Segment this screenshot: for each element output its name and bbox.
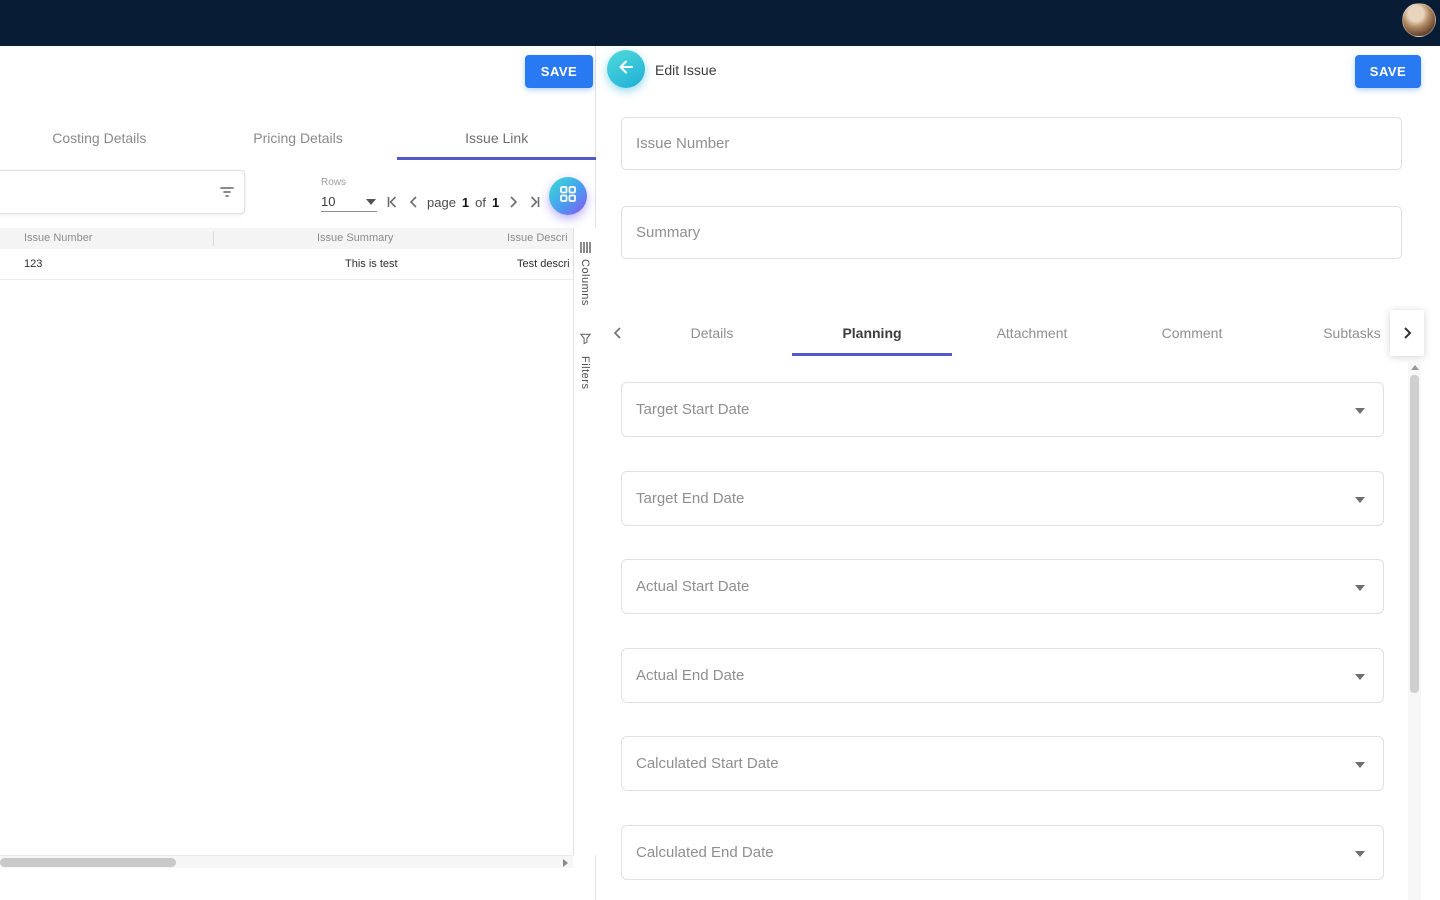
summary-input[interactable] (622, 224, 1401, 241)
tab-costing-details[interactable]: Costing Details (0, 116, 199, 160)
tabs-scroll-left-icon[interactable] (608, 323, 628, 343)
grid-view-button[interactable] (549, 177, 587, 215)
cell-issue-summary: This is test (345, 258, 398, 270)
tab-planning[interactable]: Planning (792, 310, 952, 356)
filter-funnel-icon (579, 332, 592, 350)
page-title: Edit Issue (655, 62, 716, 78)
header-issue-summary[interactable]: Issue Summary (317, 232, 393, 244)
left-panel: SAVE Costing Details Pricing Details Iss… (0, 46, 596, 900)
issue-search-box (0, 170, 245, 214)
table-side-strip: Columns Filters (573, 228, 596, 855)
header-issue-number[interactable]: Issue Number (24, 232, 92, 244)
first-page-icon[interactable] (382, 192, 403, 213)
edit-issue-tab-bar: Details Planning Attachment Comment Subt… (596, 310, 1440, 356)
calculated-start-date-field[interactable] (621, 736, 1384, 791)
table-row[interactable]: 123 This is test Test descri (0, 249, 573, 280)
tabs-scroll-right-icon[interactable] (1390, 310, 1424, 356)
target-start-date-field[interactable] (621, 382, 1384, 437)
calculated-end-date-input[interactable] (622, 844, 1383, 861)
page-word: page (427, 195, 456, 210)
page-total: 1 (492, 195, 499, 210)
tab-comment[interactable]: Comment (1112, 310, 1272, 356)
dropdown-caret-icon (1355, 674, 1365, 680)
actual-end-date-input[interactable] (622, 667, 1383, 684)
tab-details[interactable]: Details (632, 310, 792, 356)
page-current: 1 (462, 195, 469, 210)
left-tab-bar: Costing Details Pricing Details Issue Li… (0, 116, 596, 160)
left-save-button[interactable]: SAVE (525, 55, 593, 88)
dropdown-caret-icon (1355, 408, 1365, 414)
horizontal-scrollbar[interactable] (0, 855, 573, 868)
columns-panel-toggle[interactable]: Columns (579, 228, 591, 306)
dropdown-caret-icon (1355, 762, 1365, 768)
drag-indicator-icon (580, 242, 591, 253)
target-start-date-input[interactable] (622, 401, 1383, 418)
filters-label: Filters (579, 356, 591, 389)
actual-start-date-field[interactable] (621, 559, 1384, 614)
dropdown-caret-icon (1355, 851, 1365, 857)
edit-issue-panel: Edit Issue SAVE Details Planning Attachm… (596, 46, 1440, 900)
summary-field (621, 206, 1402, 259)
issue-link-table: Issue Number Issue Summary Issue Descri … (0, 228, 573, 280)
vertical-scrollbar-thumb[interactable] (1410, 375, 1419, 693)
tabs-container: Details Planning Attachment Comment Subt… (632, 310, 1432, 356)
columns-label: Columns (579, 259, 591, 306)
column-separator (213, 231, 214, 246)
issue-number-field (621, 117, 1402, 170)
calculated-end-date-field[interactable] (621, 825, 1384, 880)
tab-pricing-details[interactable]: Pricing Details (199, 116, 398, 160)
target-end-date-field[interactable] (621, 471, 1384, 526)
cell-issue-description: Test descri (517, 258, 573, 270)
pagination: page 1 of 1 (382, 190, 544, 214)
horizontal-scrollbar-thumb[interactable] (0, 858, 176, 867)
tab-issue-link[interactable]: Issue Link (397, 116, 596, 160)
grid-icon (559, 185, 577, 208)
dropdown-caret-icon (1355, 585, 1365, 591)
scroll-up-icon[interactable] (1411, 365, 1419, 370)
user-avatar[interactable] (1402, 3, 1436, 37)
of-word: of (475, 195, 486, 210)
filter-list-icon[interactable] (210, 175, 244, 209)
scroll-right-icon[interactable] (563, 859, 568, 867)
back-button[interactable] (607, 50, 645, 88)
tab-attachment[interactable]: Attachment (952, 310, 1112, 356)
chevron-down-icon (366, 199, 376, 205)
next-page-icon[interactable] (502, 192, 523, 213)
header-issue-description[interactable]: Issue Descri (507, 232, 573, 244)
rows-per-page-value: 10 (321, 194, 335, 209)
table-header-row: Issue Number Issue Summary Issue Descri (0, 228, 573, 249)
actual-end-date-field[interactable] (621, 648, 1384, 703)
actual-start-date-input[interactable] (622, 578, 1383, 595)
arrow-back-icon (616, 57, 636, 82)
filters-panel-toggle[interactable]: Filters (579, 306, 592, 389)
last-page-icon[interactable] (523, 192, 544, 213)
dropdown-caret-icon (1355, 497, 1365, 503)
top-navbar (0, 0, 1440, 46)
issue-search-input[interactable] (0, 185, 210, 200)
rows-per-page-select[interactable]: 10 (321, 192, 377, 212)
issue-number-input[interactable] (622, 135, 1401, 152)
rows-label: Rows (321, 177, 346, 188)
prev-page-icon[interactable] (403, 192, 424, 213)
right-save-button[interactable]: SAVE (1355, 55, 1421, 88)
target-end-date-input[interactable] (622, 490, 1383, 507)
calculated-start-date-input[interactable] (622, 755, 1383, 772)
cell-issue-number: 123 (24, 258, 42, 270)
vertical-scrollbar[interactable] (1408, 360, 1421, 900)
